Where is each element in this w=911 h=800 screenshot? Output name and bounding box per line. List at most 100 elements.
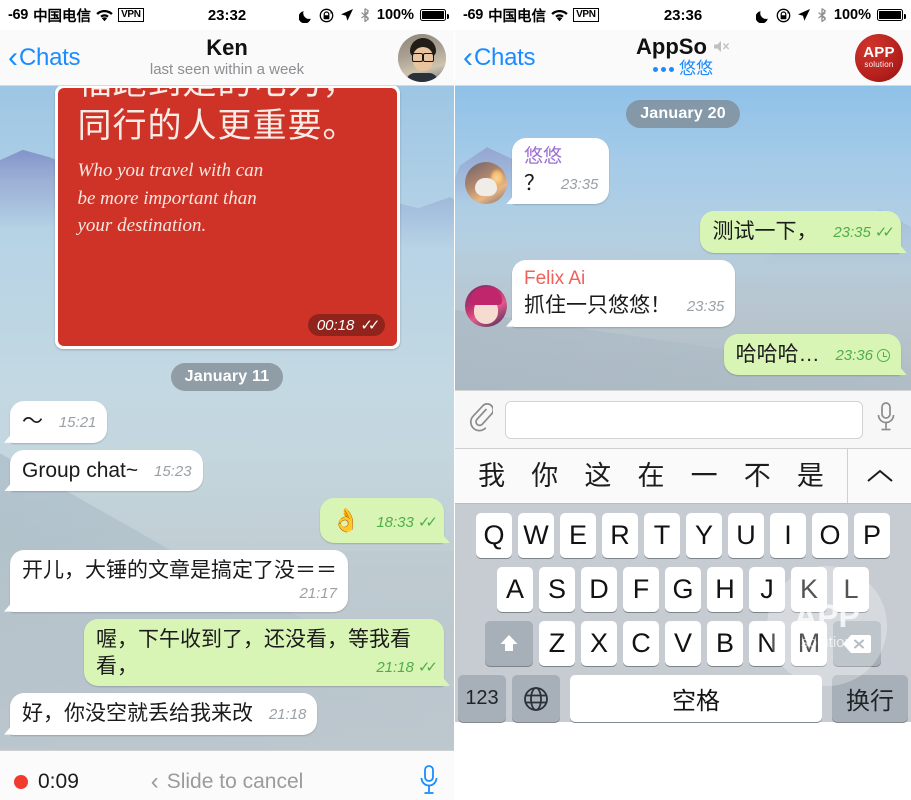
photo-chinese-line-1: 福跑到是的电为， [78, 88, 377, 105]
battery-percent: 100% [376, 7, 414, 23]
key-h[interactable]: H [707, 567, 743, 613]
message-text: 测试一下， [712, 220, 818, 244]
back-to-chats-button[interactable]: ‹ Chats [8, 42, 81, 73]
suggestion-items: 我 你 这 在 一 不 是 [455, 462, 847, 490]
key-o[interactable]: O [812, 513, 848, 559]
message-bubble-incoming[interactable]: 开儿，大锤的文章是搞定了没＝＝ 21:17 [10, 550, 348, 612]
enter-key[interactable]: 换行 [832, 675, 908, 723]
shift-up-icon[interactable] [485, 621, 533, 667]
message-text: ？ [524, 171, 545, 195]
suggestion-item[interactable]: 不 [744, 462, 771, 490]
microphone-icon[interactable] [418, 764, 440, 800]
ime-suggestion-bar: 我 你 这 在 一 不 是 [455, 448, 911, 505]
message-row: 〜 15:21 [10, 401, 444, 443]
right-date-separator: January 20 [465, 100, 901, 128]
message-line: 开儿，大锤的文章是搞定了没＝＝ [22, 557, 337, 585]
right-message-list[interactable]: January 20 悠悠 ？ 23:35 测试一下， 23:35 ✓✓ Fel… [455, 86, 911, 391]
suggestion-item[interactable]: 是 [797, 462, 824, 490]
space-key[interactable]: 空格 [570, 675, 822, 723]
photo-chinese-line-2: 同行的人更重要。 [77, 106, 358, 145]
read-receipt-ticks: ✓✓ [417, 659, 438, 677]
key-i[interactable]: I [770, 513, 806, 559]
left-messages-container: 福跑到是的电为， 同行的人更重要。 Who you travel with ca… [0, 86, 454, 750]
numeric-mode-key[interactable]: 123 [458, 675, 506, 723]
key-r[interactable]: R [602, 513, 638, 559]
carrier-name: 中国电信 [488, 8, 547, 25]
slide-to-cancel-label: Slide to cancel [166, 770, 304, 794]
suggestion-item[interactable]: 我 [478, 462, 505, 490]
suggestion-item[interactable]: 你 [531, 462, 558, 490]
message-bubble-incoming[interactable]: Group chat~ 15:23 [10, 449, 203, 492]
message-input-field[interactable] [505, 400, 863, 439]
key-z[interactable]: Z [539, 621, 575, 667]
suggestion-item[interactable]: 在 [637, 462, 664, 490]
key-t[interactable]: T [644, 513, 680, 559]
backspace-icon[interactable] [833, 621, 881, 667]
group-avatar[interactable]: APP solution [855, 33, 903, 82]
moon-icon [298, 8, 313, 23]
key-j[interactable]: J [749, 567, 785, 613]
key-m[interactable]: M [791, 621, 827, 667]
keyboard-row-3: Z X C V B N M [455, 621, 911, 667]
suggestion-item[interactable]: 一 [691, 462, 718, 490]
key-k[interactable]: K [791, 567, 827, 613]
right-nav-bar: ‹ Chats AppSo 悠悠 APP solution [455, 30, 911, 86]
key-w[interactable]: W [518, 513, 554, 559]
anime-avatar[interactable] [465, 284, 507, 327]
key-f[interactable]: F [623, 567, 659, 613]
photo-message-image: 福跑到是的电为， 同行的人更重要。 Who you travel with ca… [57, 88, 397, 346]
message-bubble-incoming[interactable]: Felix Ai 抓住一只悠悠！ 23:35 [512, 260, 736, 327]
read-receipt-ticks: ✓✓ [417, 514, 438, 532]
key-e[interactable]: E [560, 513, 596, 559]
photo-message-card[interactable]: 福跑到是的电为， 同行的人更重要。 Who you travel with ca… [54, 86, 400, 349]
contact-avatar[interactable] [398, 33, 446, 82]
message-bubble-outgoing[interactable]: 测试一下， 23:35 ✓✓ [700, 211, 901, 254]
key-c[interactable]: C [623, 621, 659, 667]
message-bubble-incoming[interactable]: 好，你没空就丢给我来改 21:18 [10, 692, 318, 735]
message-sender-name: Felix Ai [524, 268, 586, 290]
left-date-separator: January 11 [10, 363, 444, 391]
back-to-chats-button[interactable]: ‹ Chats [463, 42, 536, 73]
message-meta: 21:17 [299, 584, 337, 604]
onscreen-keyboard: APP solution 我 你 这 在 一 不 是 Q W E R T Y U… [455, 448, 911, 723]
rotation-lock-icon [776, 8, 791, 23]
key-y[interactable]: Y [686, 513, 722, 559]
message-bubble-incoming[interactable]: 〜 15:21 [10, 401, 108, 443]
status-left-group: -69 中国电信 VPN [8, 5, 144, 26]
key-b[interactable]: B [707, 621, 743, 667]
message-bubble-outgoing[interactable]: 哈哈哈… 23:36 [723, 333, 901, 376]
message-row: 测试一下， 23:35 ✓✓ [465, 211, 901, 254]
suggestion-item[interactable]: 这 [584, 462, 611, 490]
message-meta: 21:18 [269, 705, 307, 725]
message-row: 👌 18:33 ✓✓ [10, 498, 444, 544]
dog-avatar[interactable] [465, 162, 507, 205]
microphone-icon[interactable] [875, 401, 897, 438]
key-n[interactable]: N [749, 621, 785, 667]
battery-icon [420, 9, 449, 21]
message-bubble-outgoing[interactable]: 👌 18:33 ✓✓ [319, 498, 444, 544]
key-q[interactable]: Q [476, 513, 512, 559]
chevron-up-icon[interactable] [847, 449, 911, 504]
typing-indicator: 悠悠 [653, 59, 713, 79]
key-x[interactable]: X [581, 621, 617, 667]
key-u[interactable]: U [728, 513, 764, 559]
key-s[interactable]: S [539, 567, 575, 613]
key-a[interactable]: A [497, 567, 533, 613]
message-bubble-incoming[interactable]: 悠悠 ？ 23:35 [512, 138, 610, 205]
key-g[interactable]: G [665, 567, 701, 613]
wifi-icon [96, 9, 113, 22]
message-text: Group chat~ [22, 458, 139, 482]
key-d[interactable]: D [581, 567, 617, 613]
globe-icon[interactable] [512, 675, 560, 723]
message-row: 悠悠 ？ 23:35 [465, 138, 901, 205]
key-v[interactable]: V [665, 621, 701, 667]
message-bubble-outgoing[interactable]: 喔，下午收到了，还没看，等我看看， 21:18 ✓✓ [84, 618, 444, 686]
key-l[interactable]: L [833, 567, 869, 613]
key-p[interactable]: P [854, 513, 890, 559]
paperclip-icon[interactable] [469, 401, 494, 438]
status-left-group: -69 中国电信 VPN [463, 5, 599, 26]
photo-english-line-3: your destination. [77, 215, 207, 237]
message-time: 23:35 [686, 297, 725, 315]
keyboard-row-2: A S D F G H J K L [455, 567, 911, 613]
left-message-list[interactable]: 福跑到是的电为， 同行的人更重要。 Who you travel with ca… [0, 86, 454, 750]
